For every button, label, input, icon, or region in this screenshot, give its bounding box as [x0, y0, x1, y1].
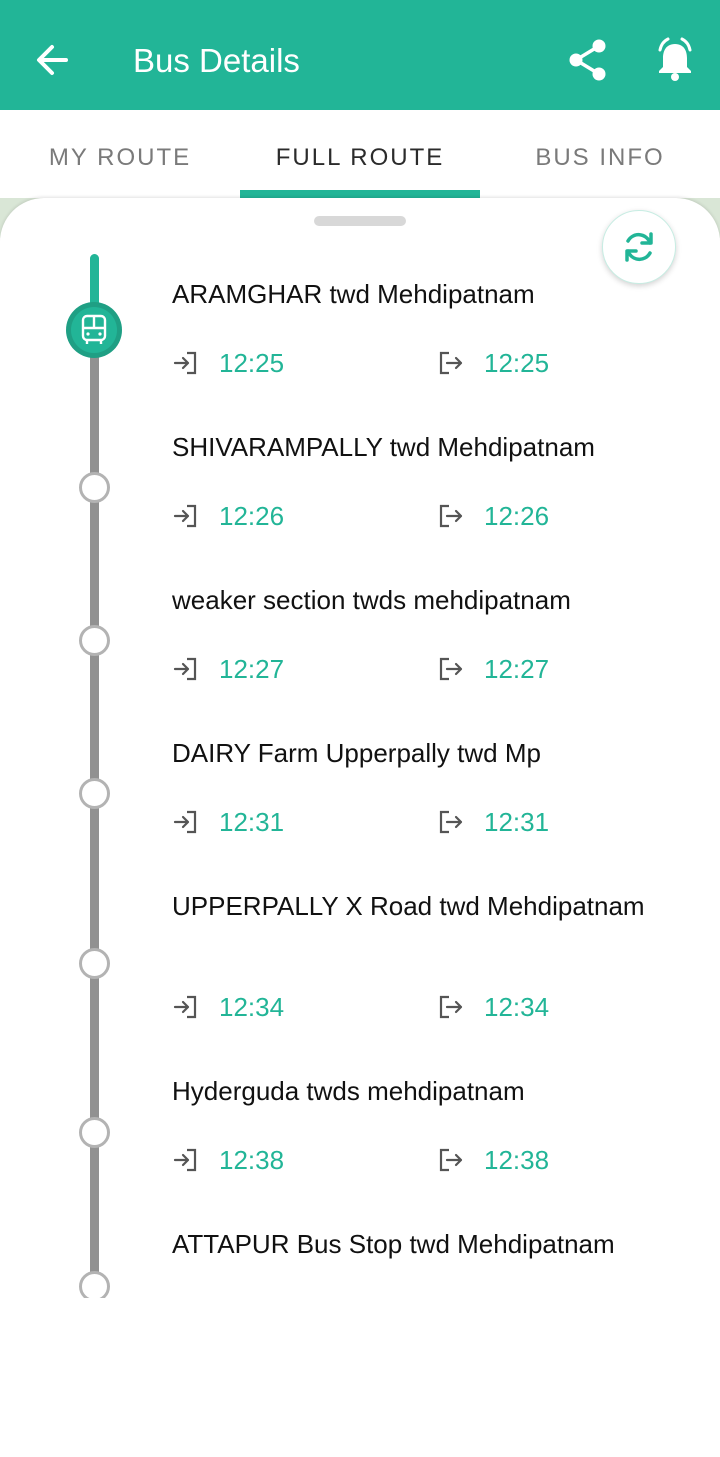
tab-full-route[interactable]: FULL ROUTE [240, 144, 480, 172]
stop-name[interactable]: Hyderguda twds mehdipatnam [172, 1075, 692, 1107]
departure-time: 12:27 [484, 654, 550, 684]
departure-time: 12:26 [484, 501, 550, 531]
stop-times: 12:39 12:39 [172, 1296, 692, 1298]
stop-times: 12:25 12:25 [172, 346, 692, 380]
active-tab-indicator [240, 190, 480, 198]
tab-bus-info[interactable]: BUS INFO [480, 144, 720, 172]
arrival-time: 12:31 [219, 807, 285, 837]
stop-node [79, 948, 110, 979]
departure-icon [438, 503, 464, 529]
stop-node [79, 778, 110, 809]
current-stop-node [66, 302, 122, 358]
stop-node [79, 472, 110, 503]
arrival-time: 12:38 [219, 1145, 285, 1175]
stop-name[interactable]: ATTAPUR Bus Stop twd Mehdipatnam [172, 1228, 692, 1260]
arrival-icon [172, 656, 198, 682]
departure-icon [438, 350, 464, 376]
stop-name[interactable]: UPPERPALLY X Road twd Mehdipatnam [172, 890, 692, 922]
stop-times: 12:38 12:38 [172, 1143, 692, 1177]
stop-times: 12:27 12:27 [172, 652, 692, 686]
app-bar: Bus Details [0, 0, 720, 110]
departure-icon [438, 809, 464, 835]
refresh-button[interactable] [602, 210, 676, 284]
stop-node [79, 625, 110, 656]
stop-name[interactable]: SHIVARAMPALLY twd Mehdipatnam [172, 431, 692, 463]
arrival-icon [172, 503, 198, 529]
departure-icon [438, 994, 464, 1020]
stop-node [79, 1117, 110, 1148]
departure-time: 12:38 [484, 1145, 550, 1175]
arrival-time: 12:39 [219, 1296, 284, 1298]
page-title: Bus Details [133, 42, 300, 79]
arrival-time: 12:25 [219, 348, 285, 378]
bus-icon [81, 314, 107, 344]
departure-icon [438, 656, 464, 682]
departure-time: 12:34 [484, 992, 550, 1022]
back-arrow-icon[interactable] [34, 40, 70, 80]
arrival-icon [172, 994, 198, 1020]
arrival-icon [172, 809, 198, 835]
stop-name[interactable]: DAIRY Farm Upperpally twd Mp [172, 737, 692, 769]
arrival-icon [172, 350, 198, 376]
route-timeline[interactable]: ARAMGHAR twd Mehdipatnam 12:25 12:25 SHIVAR… [0, 198, 720, 1298]
stop-name[interactable]: ARAMGHAR twd Mehdipatnam [172, 278, 692, 310]
alarm-bell-icon[interactable] [653, 36, 697, 82]
departure-time: 12:31 [484, 807, 550, 837]
arrival-icon [172, 1147, 198, 1173]
stop-name[interactable]: weaker section twds mehdipatnam [172, 584, 692, 616]
tab-bar: MY ROUTE FULL ROUTE BUS INFO [0, 110, 720, 198]
departure-time: 12:25 [484, 348, 550, 378]
arrival-time: 12:26 [219, 501, 285, 531]
departure-time: 12:39 [484, 1296, 549, 1298]
stop-times: 12:31 12:31 [172, 805, 692, 839]
stop-node [79, 1271, 110, 1298]
stop-times: 12:26 12:26 [172, 499, 692, 533]
share-icon[interactable] [567, 38, 609, 82]
route-sheet: ARAMGHAR twd Mehdipatnam 12:25 12:25 SHIVAR… [0, 198, 720, 1457]
stop-times: 12:34 12:34 [172, 990, 692, 1024]
tab-my-route[interactable]: MY ROUTE [0, 144, 240, 172]
departure-icon [438, 1147, 464, 1173]
refresh-icon [625, 232, 653, 262]
arrival-time: 12:34 [219, 992, 285, 1022]
arrival-time: 12:27 [219, 654, 285, 684]
